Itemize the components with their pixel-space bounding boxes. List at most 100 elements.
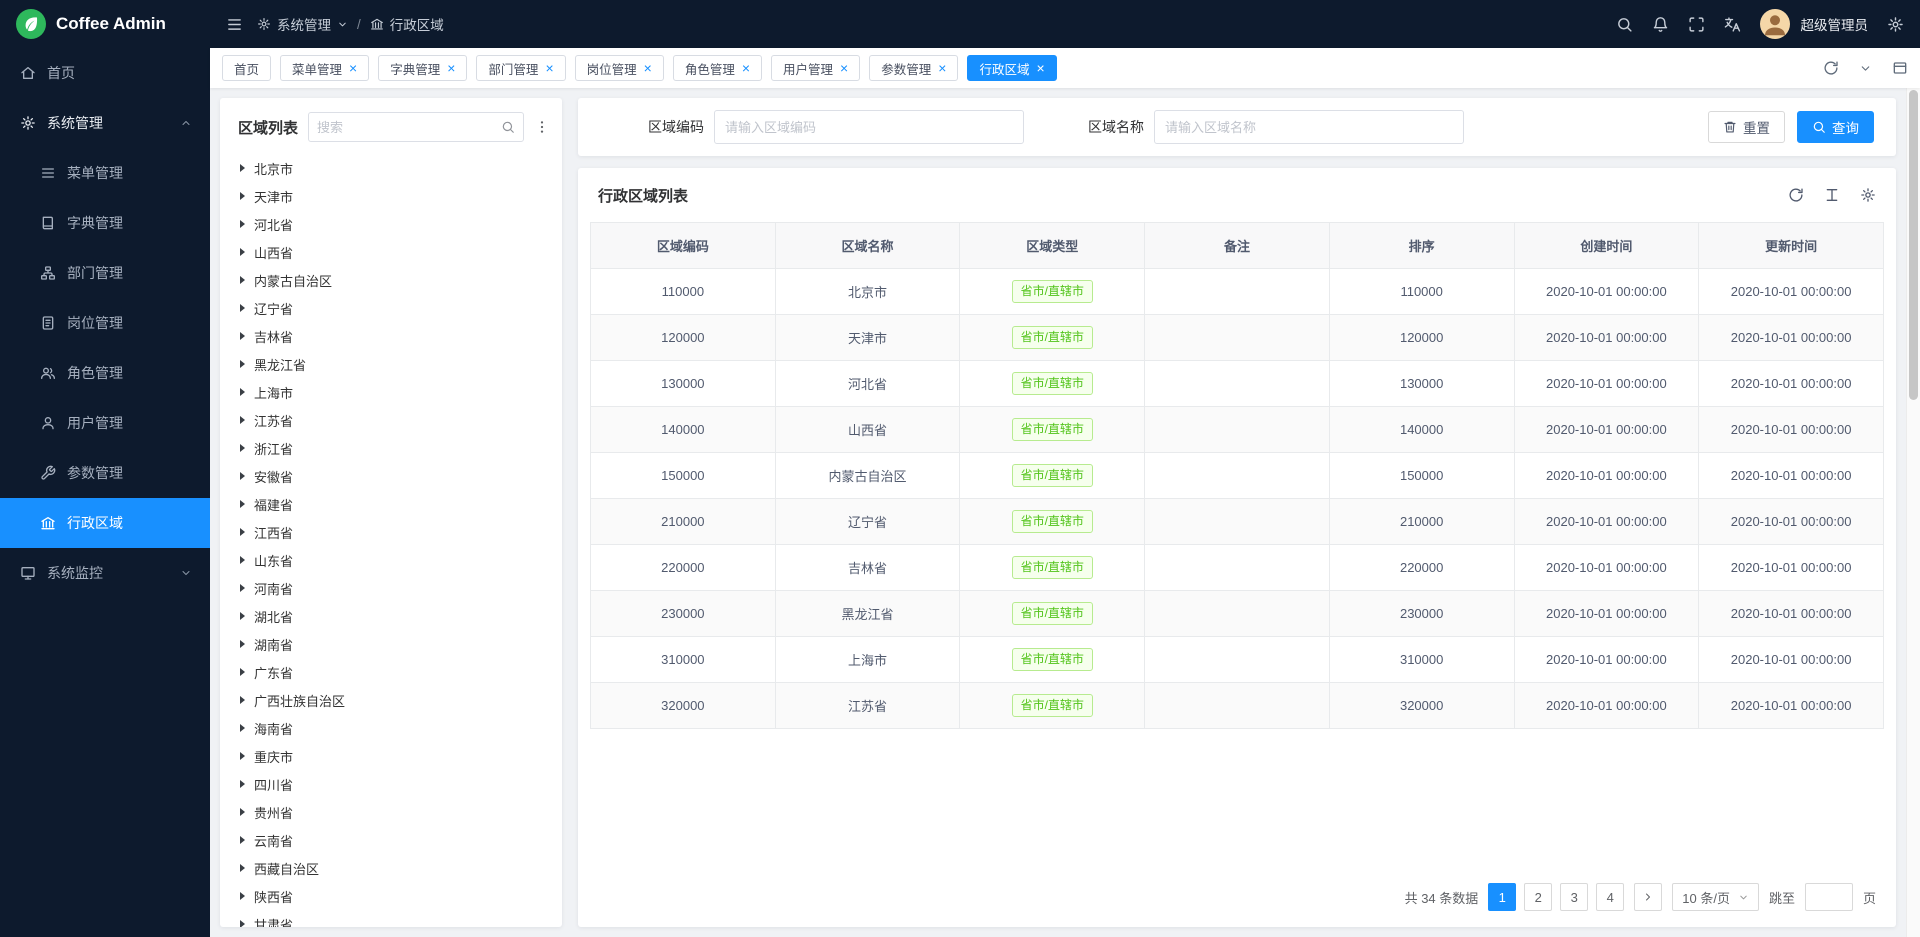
sidebar-item-monitor[interactable]: 系统监控 [0, 548, 210, 598]
sidebar-item-post-mgmt[interactable]: 岗位管理 [0, 298, 210, 348]
sidebar-item-role-mgmt[interactable]: 角色管理 [0, 348, 210, 398]
expand-arrow-icon[interactable] [240, 444, 245, 452]
expand-arrow-icon[interactable] [240, 472, 245, 480]
user-avatar[interactable] [1760, 9, 1790, 39]
search-icon[interactable] [501, 120, 515, 134]
region-code-input[interactable] [714, 110, 1024, 144]
tree-item[interactable]: 湖南省 [220, 630, 562, 658]
column-settings-gear-icon[interactable] [1860, 187, 1876, 203]
close-icon[interactable]: × [349, 61, 357, 75]
tree-item[interactable]: 安徽省 [220, 462, 562, 490]
tree-item[interactable]: 福建省 [220, 490, 562, 518]
tab-user-mgmt[interactable]: 用户管理× [771, 55, 860, 81]
tree-item[interactable]: 吉林省 [220, 322, 562, 350]
layout-icon[interactable] [1892, 60, 1908, 76]
reset-button[interactable]: 重置 [1708, 111, 1785, 143]
expand-arrow-icon[interactable] [240, 668, 245, 676]
sidebar-item-dept-mgmt[interactable]: 部门管理 [0, 248, 210, 298]
table-row[interactable]: 320000江苏省省市/直辖市3200002020-10-01 00:00:00… [591, 683, 1884, 729]
expand-arrow-icon[interactable] [240, 528, 245, 536]
expand-arrow-icon[interactable] [240, 500, 245, 508]
expand-arrow-icon[interactable] [240, 752, 245, 760]
sidebar-item-param-mgmt[interactable]: 参数管理 [0, 448, 210, 498]
expand-arrow-icon[interactable] [240, 920, 245, 927]
expand-arrow-icon[interactable] [240, 556, 245, 564]
tab-param-mgmt[interactable]: 参数管理× [869, 55, 958, 81]
collapse-sidebar-icon[interactable] [226, 16, 243, 33]
expand-arrow-icon[interactable] [240, 892, 245, 900]
expand-arrow-icon[interactable] [240, 584, 245, 592]
tree-item[interactable]: 河北省 [220, 210, 562, 238]
expand-arrow-icon[interactable] [240, 640, 245, 648]
close-icon[interactable]: × [742, 61, 750, 75]
sidebar-item-dict-mgmt[interactable]: 字典管理 [0, 198, 210, 248]
tree-item[interactable]: 海南省 [220, 714, 562, 742]
table-row[interactable]: 210000辽宁省省市/直辖市2100002020-10-01 00:00:00… [591, 499, 1884, 545]
breadcrumb-level1[interactable]: 系统管理 [277, 14, 331, 34]
table-row[interactable]: 230000黑龙江省省市/直辖市2300002020-10-01 00:00:0… [591, 591, 1884, 637]
tree-item[interactable]: 上海市 [220, 378, 562, 406]
page-button-2[interactable]: 2 [1524, 883, 1552, 911]
expand-arrow-icon[interactable] [240, 192, 245, 200]
expand-arrow-icon[interactable] [240, 276, 245, 284]
expand-arrow-icon[interactable] [240, 612, 245, 620]
table-row[interactable]: 310000上海市省市/直辖市3100002020-10-01 00:00:00… [591, 637, 1884, 683]
tree-item[interactable]: 黑龙江省 [220, 350, 562, 378]
close-icon[interactable]: × [938, 61, 946, 75]
tree-item[interactable]: 湖北省 [220, 602, 562, 630]
page-scrollbar[interactable] [1906, 88, 1920, 937]
sidebar-item-home[interactable]: 首页 [0, 48, 210, 98]
settings-gear-icon[interactable] [1887, 16, 1904, 33]
refresh-icon[interactable] [1823, 60, 1839, 76]
tree-item[interactable]: 广西壮族自治区 [220, 686, 562, 714]
next-page-button[interactable] [1634, 883, 1662, 911]
refresh-icon[interactable] [1788, 187, 1804, 203]
sidebar-item-system[interactable]: 系统管理 [0, 98, 210, 148]
tab-menu-mgmt[interactable]: 菜单管理× [280, 55, 369, 81]
page-button-1[interactable]: 1 [1488, 883, 1516, 911]
tree-search-input[interactable] [317, 120, 501, 135]
sidebar-item-region[interactable]: 行政区域 [0, 498, 210, 548]
tree-item[interactable]: 浙江省 [220, 434, 562, 462]
scrollbar-thumb[interactable] [1909, 90, 1918, 400]
expand-arrow-icon[interactable] [240, 780, 245, 788]
table-row[interactable]: 120000天津市省市/直辖市1200002020-10-01 00:00:00… [591, 315, 1884, 361]
search-icon[interactable] [1616, 16, 1633, 33]
tree-item[interactable]: 甘肃省 [220, 910, 562, 927]
tree-item[interactable]: 辽宁省 [220, 294, 562, 322]
close-icon[interactable]: × [1036, 61, 1044, 75]
tree-item[interactable]: 内蒙古自治区 [220, 266, 562, 294]
jump-page-input[interactable] [1805, 883, 1853, 911]
table-row[interactable]: 140000山西省省市/直辖市1400002020-10-01 00:00:00… [591, 407, 1884, 453]
kebab-menu-icon[interactable] [534, 119, 550, 135]
tab-role-mgmt[interactable]: 角色管理× [673, 55, 762, 81]
bell-icon[interactable] [1652, 16, 1669, 33]
tab-dict-mgmt[interactable]: 字典管理× [378, 55, 467, 81]
tree-item[interactable]: 重庆市 [220, 742, 562, 770]
expand-arrow-icon[interactable] [240, 724, 245, 732]
close-icon[interactable]: × [840, 61, 848, 75]
close-icon[interactable]: × [545, 61, 553, 75]
table-row[interactable]: 220000吉林省省市/直辖市2200002020-10-01 00:00:00… [591, 545, 1884, 591]
tree-item[interactable]: 云南省 [220, 826, 562, 854]
close-icon[interactable]: × [644, 61, 652, 75]
expand-arrow-icon[interactable] [240, 864, 245, 872]
tree-item[interactable]: 山东省 [220, 546, 562, 574]
chevron-down-icon[interactable] [1859, 62, 1872, 75]
sidebar-item-user-mgmt[interactable]: 用户管理 [0, 398, 210, 448]
tree-item[interactable]: 四川省 [220, 770, 562, 798]
table-row[interactable]: 130000河北省省市/直辖市1300002020-10-01 00:00:00… [591, 361, 1884, 407]
table-row[interactable]: 110000北京市省市/直辖市1100002020-10-01 00:00:00… [591, 269, 1884, 315]
expand-arrow-icon[interactable] [240, 164, 245, 172]
tree-item[interactable]: 西藏自治区 [220, 854, 562, 882]
search-button[interactable]: 查询 [1797, 111, 1874, 143]
expand-arrow-icon[interactable] [240, 388, 245, 396]
fullscreen-icon[interactable] [1688, 16, 1705, 33]
tree-item[interactable]: 陕西省 [220, 882, 562, 910]
expand-arrow-icon[interactable] [240, 332, 245, 340]
table-row[interactable]: 150000内蒙古自治区省市/直辖市1500002020-10-01 00:00… [591, 453, 1884, 499]
tab-post-mgmt[interactable]: 岗位管理× [575, 55, 664, 81]
expand-arrow-icon[interactable] [240, 248, 245, 256]
page-button-3[interactable]: 3 [1560, 883, 1588, 911]
expand-arrow-icon[interactable] [240, 836, 245, 844]
